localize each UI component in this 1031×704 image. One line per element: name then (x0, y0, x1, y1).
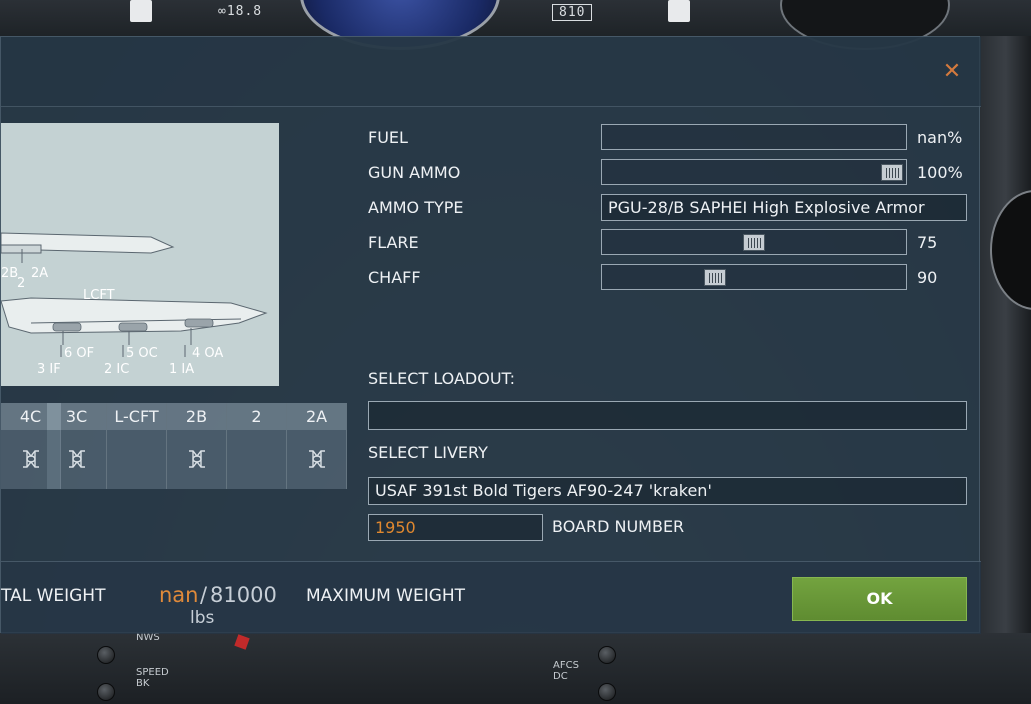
stations-diagram: 2B 2 2A LCFT 6 OF 5 OC 4 OA 3 IF 2 IC 1 … (1, 123, 279, 386)
diagram-label-5oc: 5 OC (126, 346, 158, 361)
chaff-slider[interactable] (601, 264, 907, 290)
livery-select[interactable]: USAF 391st Bold Tigers AF90-247 'kraken' (368, 477, 967, 505)
flare-slider[interactable] (601, 229, 907, 255)
pylon-label: 2A (287, 403, 346, 430)
gun-ammo-label: GUN AMMO (368, 163, 461, 182)
max-weight-value: 81000 (210, 583, 277, 607)
weight-unit: lbs (190, 608, 215, 628)
diagram-label-2ic: 2 IC (104, 362, 129, 377)
afcs-label: AFCS DC (553, 660, 579, 682)
board-number-input[interactable]: 1950 (368, 514, 543, 541)
fuel-label: FUEL (368, 128, 408, 147)
bomb-rack-icon (69, 450, 85, 468)
pylon-stations: 4C 3C L-CFT 2B 2 2A (1, 403, 348, 489)
dialog-footer: TAL WEIGHT nan / 81000 lbs MAXIMUM WEIGH… (1, 561, 981, 634)
bomb-rack-icon (309, 450, 325, 468)
ammo-type-label: AMMO TYPE (368, 198, 464, 217)
select-livery-label: SELECT LIVERY (368, 443, 488, 462)
board-number-label: BOARD NUMBER (552, 517, 685, 536)
pylon-2a[interactable]: 2A (287, 403, 347, 489)
gun-ammo-slider[interactable] (601, 159, 907, 185)
total-weight-label: TAL WEIGHT (1, 586, 106, 606)
diagram-label-2: 2 (17, 276, 25, 291)
aircraft-side-view: 2B 2 2A LCFT 6 OF 5 OC 4 OA 3 IF 2 IC 1 … (1, 232, 268, 377)
top-readout-right: 810 (552, 4, 593, 21)
current-weight: nan (159, 583, 199, 607)
diagram-label-2a: 2A (31, 266, 48, 281)
flare-value: 75 (917, 233, 938, 252)
ammo-type-select[interactable]: PGU-28/B SAPHEI High Explosive Armor (601, 194, 967, 221)
ok-button[interactable]: OK (792, 577, 967, 621)
speed-brake-label: SPEED BK (136, 667, 169, 689)
panel-button (130, 0, 152, 22)
pylon-l-cft[interactable]: L-CFT (107, 403, 167, 489)
bomb-rack-icon (23, 450, 39, 468)
panel-knob (97, 646, 115, 664)
cockpit-frame-right (980, 36, 1031, 636)
slider-thumb[interactable] (704, 269, 727, 286)
panel-button (668, 0, 690, 22)
top-readout-left: ∞18.8 (218, 4, 263, 19)
pylon-2[interactable]: 2 (227, 403, 287, 489)
diagram-label-lcft: LCFT (83, 288, 115, 303)
pylon-label: L-CFT (107, 403, 166, 430)
panel-knob (598, 646, 616, 664)
slider-thumb[interactable] (743, 234, 765, 251)
close-icon[interactable]: ✕ (941, 61, 963, 83)
panel-knob (97, 683, 115, 701)
fuel-slider[interactable] (601, 124, 907, 150)
pylon-2b[interactable]: 2B (167, 403, 227, 489)
diagram-label-3if: 3 IF (37, 362, 61, 377)
diagram-label-2b: 2B (1, 266, 18, 281)
maximum-weight-label: MAXIMUM WEIGHT (306, 586, 466, 606)
weight-separator: / (200, 583, 208, 607)
diagram-label-1ia: 1 IA (169, 362, 194, 377)
diagram-label-4oa: 4 OA (192, 346, 223, 361)
pylon-3c[interactable]: 3C (47, 403, 107, 489)
flare-label: FLARE (368, 233, 419, 252)
gun-ammo-value: 100% (917, 163, 963, 182)
panel-knob (598, 683, 616, 701)
loadout-dialog: ✕ 2B 2 2A LCFT 6 OF 5 OC 4 OA 3 IF 2 IC … (0, 36, 981, 634)
slider-thumb[interactable] (881, 164, 903, 181)
pylon-label: 2 (227, 403, 286, 430)
pylon-label: 2B (167, 403, 226, 430)
chaff-label: CHAFF (368, 268, 421, 287)
pylon-label: 3C (47, 403, 106, 430)
chaff-value: 90 (917, 268, 938, 287)
diagram-label-6of: 6 OF (64, 346, 94, 361)
dialog-header: ✕ (1, 37, 981, 107)
bomb-rack-icon (189, 450, 205, 468)
loadout-select[interactable] (368, 401, 967, 430)
select-loadout-label: SELECT LOADOUT: (368, 369, 515, 388)
fuel-value: nan% (917, 128, 963, 147)
